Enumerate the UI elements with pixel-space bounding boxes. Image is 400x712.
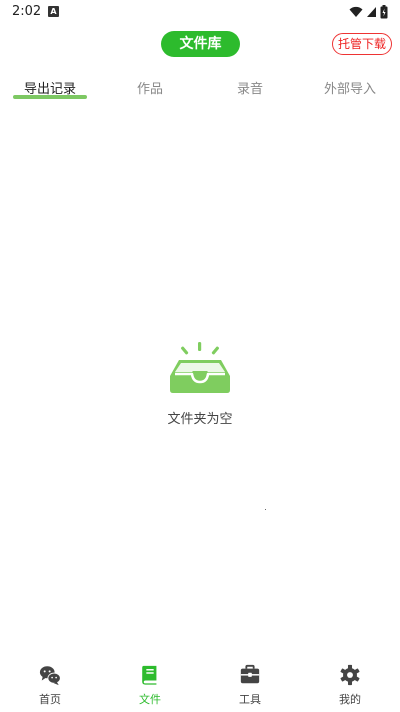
book-icon <box>142 665 157 685</box>
empty-state: 文件夹为空 <box>0 340 400 430</box>
tab-recordings[interactable]: 录音 <box>200 78 300 97</box>
status-icons <box>349 5 388 19</box>
nav-item-home[interactable]: 首页 <box>0 664 100 708</box>
tab-works[interactable]: 作品 <box>100 78 200 97</box>
battery-icon <box>380 5 388 19</box>
nav-item-mine[interactable]: 我的 <box>300 664 400 708</box>
nav-item-files[interactable]: 文件 <box>100 664 200 708</box>
nav-label-tools: 工具 <box>239 693 261 706</box>
toolbox-icon <box>240 664 260 684</box>
wifi-icon <box>349 6 363 17</box>
empty-inbox-icon <box>170 342 230 393</box>
tab-bar: 导出记录 作品 录音 外部导入 <box>0 72 400 102</box>
gear-icon <box>340 664 360 686</box>
status-bar: 2:02 A <box>0 0 400 24</box>
nav-label-mine: 我的 <box>339 693 361 706</box>
nav-label-home: 首页 <box>39 693 61 706</box>
tab-active-indicator <box>13 95 87 99</box>
nav-item-tools[interactable]: 工具 <box>200 664 300 708</box>
header: 文件库 托管下载 <box>0 24 400 68</box>
bottom-nav: 首页 文件 工具 我的 <box>0 660 400 712</box>
nav-label-files: 文件 <box>139 693 161 706</box>
page-title[interactable]: 文件库 <box>161 31 240 57</box>
tab-external-import[interactable]: 外部导入 <box>300 78 400 97</box>
signal-icon <box>367 7 376 17</box>
speck <box>265 509 266 510</box>
notification-icon: A <box>48 6 59 17</box>
wechat-icon <box>39 666 61 686</box>
empty-message: 文件夹为空 <box>167 412 233 427</box>
status-time: 2:02 <box>12 4 42 19</box>
hosted-download-button[interactable]: 托管下载 <box>332 33 392 55</box>
